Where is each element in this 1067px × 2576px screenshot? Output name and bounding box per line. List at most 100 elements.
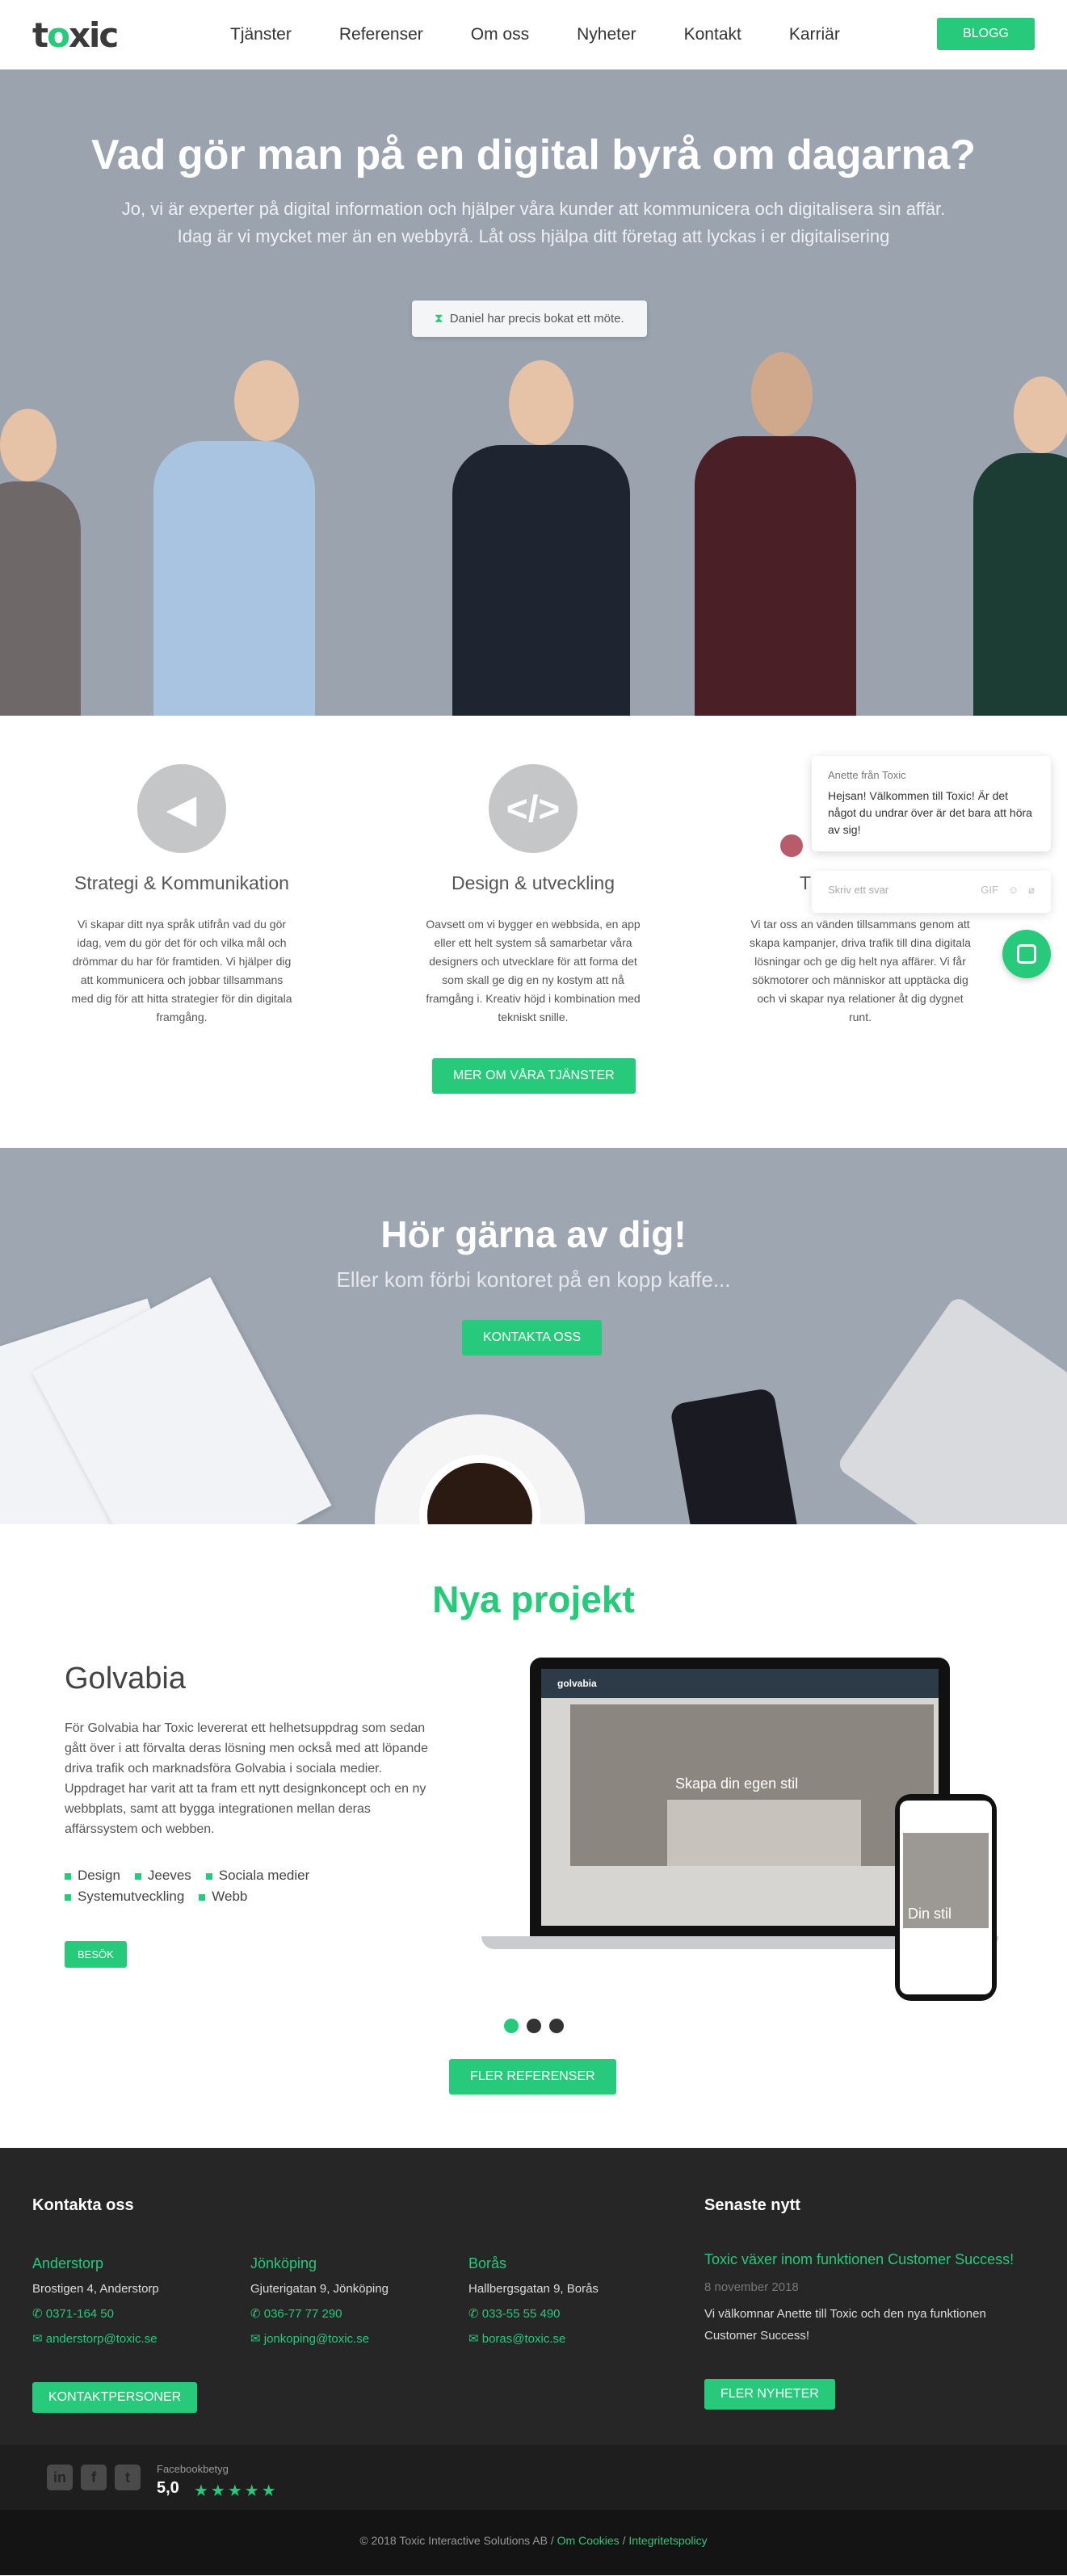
site-header: golvabia	[541, 1669, 939, 1698]
privacy-link[interactable]: Integritetspolicy	[628, 2534, 707, 2547]
attachment-icon[interactable]: ⌀	[1028, 884, 1035, 900]
hero-subtitle: Jo, vi är experter på digital informatio…	[0, 195, 1067, 250]
chat-reply-input[interactable]: Skriv ett svar GIF ☺ ⌀	[812, 871, 1051, 913]
news-title[interactable]: Toxic växer inom funktionen Customer Suc…	[704, 2251, 1014, 2268]
site-hero-text: Skapa din egen stil	[675, 1775, 799, 1792]
tag-systemutveckling: Systemutveckling	[65, 1889, 184, 1905]
team-photo-person-5	[965, 376, 1067, 716]
code-icon: </>	[489, 764, 578, 853]
carousel-dot-3[interactable]	[549, 2019, 564, 2033]
hero-subtitle-line1: Jo, vi är experter på digital informatio…	[121, 199, 946, 219]
hero-subtitle-line2: Idag är vi mycket mer än en webbyrå. Låt…	[177, 226, 890, 246]
star-rating-icon: ★★★★★	[194, 2482, 279, 2500]
social-bar: in f t Facebookbetyg 5,0 ★★★★★	[0, 2445, 1067, 2510]
emoji-icon[interactable]: ☺	[1008, 884, 1019, 900]
banner-title: Hör gärna av dig!	[380, 1213, 687, 1255]
contact-us-button[interactable]: KONTAKTA OSS	[462, 1320, 603, 1355]
hourglass-icon: ⧗	[435, 312, 443, 326]
service-strategy: ◀ Strategi & Kommunikation Vi skapar dit…	[53, 764, 311, 1027]
office-email[interactable]: ✉ jonkoping@toxic.se	[250, 2326, 389, 2351]
office-phone[interactable]: ✆ 033-55 55 490	[468, 2301, 599, 2326]
keyboard-image	[835, 1294, 1067, 1524]
office-email[interactable]: ✉ anderstorp@toxic.se	[32, 2326, 159, 2351]
banner-subtitle: Eller kom förbi kontoret på en kopp kaff…	[336, 1267, 731, 1292]
nav-item-referenser[interactable]: Referenser	[339, 25, 423, 44]
office-name: Borås	[468, 2255, 507, 2271]
laptop-screen: golvabia Skapa din egen stil	[541, 1669, 939, 1926]
more-references-button[interactable]: FLER REFERENSER	[449, 2059, 616, 2095]
mail-icon: ✉	[250, 2332, 264, 2346]
projects-heading: Nya projekt	[432, 1578, 635, 1620]
chat-sender: Anette från Toxic	[828, 769, 906, 781]
laptop-mockup: golvabia Skapa din egen stil	[530, 1658, 950, 1937]
chat-message-bubble: Anette från Toxic Hejsan! Välkommen till…	[812, 756, 1051, 851]
service-title: Design & utveckling	[452, 872, 615, 893]
twitter-icon[interactable]: t	[115, 2465, 141, 2490]
contact-persons-button[interactable]: KONTAKTPERSONER	[32, 2382, 198, 2413]
phone-icon: ✆	[250, 2307, 264, 2321]
copyright-bar: © 2018 Toxic Interactive Solutions AB / …	[0, 2510, 1067, 2575]
team-photo-person-2	[145, 360, 323, 716]
carousel-dot-1[interactable]	[504, 2019, 519, 2033]
office-email[interactable]: ✉ boras@toxic.se	[468, 2326, 599, 2351]
service-design: </> Design & utveckling Oavsett om vi by…	[404, 764, 662, 1027]
carousel-dot-2[interactable]	[527, 2019, 541, 2033]
office-address: Gjuterigatan 9, Jönköping	[250, 2282, 389, 2296]
gif-icon[interactable]: GIF	[981, 884, 998, 900]
chat-launcher-button[interactable]	[1002, 930, 1051, 978]
phone-icon: ✆	[32, 2307, 46, 2321]
project-title: Golvabia	[65, 1662, 186, 1696]
project-description: För Golvabia har Toxic levererat ett hel…	[65, 1721, 429, 1836]
chat-message: Hejsan! Välkommen till Toxic! Är det någ…	[828, 789, 1032, 836]
hero-section: Vad gör man på en digital byrå om dagarn…	[0, 69, 1067, 716]
megaphone-icon: ◀	[137, 764, 226, 853]
office-address: Hallbergsgatan 9, Borås	[468, 2282, 599, 2296]
team-photo-person-4	[687, 352, 864, 716]
service-text: Oavsett om vi bygger en webbsida, en app…	[426, 918, 641, 1023]
nav-item-om-oss[interactable]: Om oss	[471, 25, 529, 44]
services-section: ◀ Strategi & Kommunikation Vi skapar dit…	[0, 716, 1067, 1148]
office-jonkoping: Jönköping Gjuterigatan 9, Jönköping ✆ 03…	[250, 2251, 389, 2351]
contact-banner: Hör gärna av dig! Eller kom förbi kontor…	[0, 1148, 1067, 1524]
nav-item-karriar[interactable]: Karriär	[789, 25, 840, 44]
chat-agent-avatar	[779, 833, 804, 859]
top-nav: toxic Tjänster Referenser Om oss Nyheter…	[0, 0, 1067, 69]
office-anderstorp: Anderstorp Brostigen 4, Anderstorp ✆ 037…	[32, 2251, 159, 2351]
more-news-button[interactable]: FLER NYHETER	[704, 2379, 835, 2410]
nav-item-kontakt[interactable]: Kontakt	[684, 25, 741, 44]
facebook-icon[interactable]: f	[81, 2465, 107, 2490]
mobile-hero-text: Din stil	[908, 1906, 952, 1922]
mobile-mockup: Din stil	[895, 1794, 997, 2001]
tag-design: Design	[65, 1868, 120, 1884]
main-menu: Tjänster Referenser Om oss Nyheter Konta…	[230, 25, 888, 44]
toxic-logo[interactable]: toxic	[32, 15, 194, 55]
chat-icon	[1017, 944, 1036, 964]
blog-button[interactable]: BLOGG	[937, 18, 1035, 50]
mail-icon: ✉	[32, 2332, 46, 2346]
news-heading: Senaste nytt	[704, 2196, 800, 2214]
facebook-rating-label: Facebookbetyg	[157, 2463, 229, 2475]
site-hero-image: Skapa din egen stil	[570, 1704, 934, 1866]
nav-item-nyheter[interactable]: Nyheter	[577, 25, 636, 44]
cookies-link[interactable]: Om Cookies	[557, 2534, 620, 2547]
office-boras: Borås Hallbergsgatan 9, Borås ✆ 033-55 5…	[468, 2251, 599, 2351]
service-title: Strategi & Kommunikation	[74, 872, 289, 893]
tag-social: Sociala medier	[206, 1868, 309, 1884]
office-phone[interactable]: ✆ 0371-164 50	[32, 2301, 159, 2326]
project-tags: Design Jeeves Sociala medier Systemutvec…	[65, 1868, 372, 1905]
copyright-text: © 2018 Toxic Interactive Solutions AB /	[359, 2534, 554, 2547]
news-date: 8 november 2018	[704, 2280, 799, 2294]
visit-button[interactable]: BESÖK	[65, 1941, 127, 1968]
phone-image	[669, 1387, 801, 1524]
team-photo-person-1	[0, 393, 81, 716]
linkedin-icon[interactable]: in	[47, 2465, 73, 2490]
phone-icon: ✆	[468, 2307, 482, 2321]
more-services-button[interactable]: MER OM VÅRA TJÄNSTER	[432, 1058, 636, 1094]
nav-item-tjanster[interactable]: Tjänster	[230, 25, 292, 44]
office-address: Brostigen 4, Anderstorp	[32, 2282, 159, 2296]
office-phone[interactable]: ✆ 036-77 77 290	[250, 2301, 389, 2326]
chat-reply-placeholder: Skriv ett svar	[828, 884, 889, 896]
projects-section: Nya projekt Golvabia För Golvabia har To…	[0, 1524, 1067, 2148]
service-text: Vi skapar ditt nya språk utifrån vad du …	[71, 918, 292, 1023]
chat-input-icons: GIF ☺ ⌀	[981, 884, 1035, 900]
